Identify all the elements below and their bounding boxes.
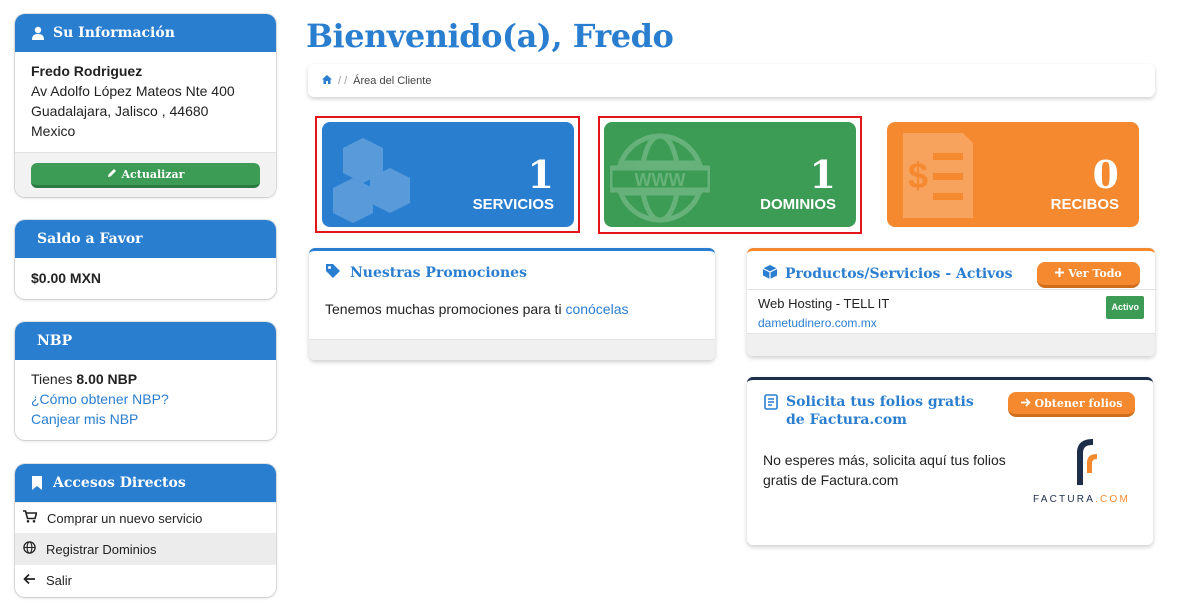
- user-country: Mexico: [31, 123, 76, 139]
- cube-icon: [762, 264, 778, 284]
- user-icon: [31, 26, 45, 40]
- promotions-link[interactable]: conócelas: [565, 301, 628, 317]
- breadcrumb-current: Área del Cliente: [353, 74, 432, 87]
- nbp-prefix: Tienes: [31, 371, 77, 387]
- shortcut-logout[interactable]: Salir: [15, 564, 276, 595]
- invoices-count: 0: [1092, 152, 1119, 197]
- user-info-title: Su Información: [53, 25, 175, 41]
- promotions-title: Nuestras Promociones: [350, 265, 527, 281]
- page-title: Bienvenido(a), Fredo: [306, 17, 674, 55]
- arrow-left-icon: [23, 573, 36, 588]
- factura-logo-mark: [1077, 439, 1097, 485]
- shortcut-buy-service[interactable]: Comprar un nuevo servicio: [15, 502, 276, 533]
- tags-icon: [325, 263, 343, 283]
- svg-text:$: $: [908, 155, 928, 196]
- bookmark-icon: [31, 476, 45, 490]
- user-name: Fredo Rodriguez: [31, 63, 143, 79]
- invoices-label: RECIBOS: [1050, 196, 1119, 213]
- highlight-box-services: [315, 116, 580, 233]
- user-address-line2: Guadalajara, Jalisco , 44680: [31, 103, 209, 119]
- highlight-box-domains: [598, 116, 862, 234]
- products-footer: [747, 333, 1155, 356]
- user-info-header: Su Información: [15, 14, 276, 52]
- shortcuts-title: Accesos Directos: [53, 475, 186, 491]
- breadcrumb-separator: / /: [338, 74, 348, 87]
- invoices-tile[interactable]: $ 0 RECIBOS: [887, 122, 1139, 227]
- update-button-label: Actualizar: [121, 167, 185, 181]
- promotions-text: Tenemos muchas promociones para ti: [325, 301, 566, 317]
- get-folios-button[interactable]: Obtener folios: [1008, 392, 1135, 417]
- promotions-footer: [309, 339, 715, 360]
- view-all-button[interactable]: Ver Todo: [1037, 262, 1140, 288]
- shortcuts-header: Accesos Directos: [15, 464, 276, 502]
- product-domain-link[interactable]: dametudinero.com.mx: [758, 316, 877, 330]
- pencil-icon: [107, 168, 117, 181]
- update-button[interactable]: Actualizar: [31, 163, 260, 188]
- globe-icon: [23, 541, 36, 557]
- products-card: Productos/Servicios - Activos Ver Todo W…: [747, 248, 1155, 356]
- shortcut-label: Salir: [46, 572, 73, 588]
- scroll-icon: [763, 394, 779, 415]
- plus-icon: [1055, 267, 1065, 280]
- view-all-label: Ver Todo: [1068, 267, 1122, 280]
- nbp-how-link[interactable]: ¿Cómo obtener NBP?: [31, 391, 169, 407]
- nbp-amount: 8.00 NBP: [76, 371, 138, 387]
- cart-icon: [23, 510, 38, 526]
- product-item[interactable]: Web Hosting - TELL IT dametudinero.com.m…: [758, 294, 1144, 333]
- balance-amount: $0.00 MXN: [31, 270, 102, 286]
- arrow-right-icon: [1020, 397, 1031, 410]
- balance-title: Saldo a Favor: [37, 231, 143, 247]
- balance-header: Saldo a Favor: [15, 220, 276, 258]
- shortcut-label: Registrar Dominios: [46, 541, 157, 557]
- product-name: Web Hosting - TELL IT: [758, 296, 890, 311]
- breadcrumb: / / Área del Cliente: [308, 64, 1155, 97]
- folios-card: Solicita tus folios gratis de Factura.co…: [747, 377, 1153, 545]
- nbp-panel: NBP Tienes 8.00 NBP ¿Cómo obtener NBP? C…: [15, 322, 276, 440]
- folios-text: No esperes más, solicita aquí tus folios…: [763, 452, 1006, 488]
- promotions-text-line: Tenemos muchas promociones para ti conóc…: [325, 301, 629, 317]
- products-title: Productos/Servicios - Activos: [785, 266, 1013, 282]
- nbp-header: NBP: [15, 322, 276, 360]
- receipt-icon: $: [893, 128, 993, 227]
- nbp-redeem-link[interactable]: Canjear mis NBP: [31, 411, 138, 427]
- user-address-line1: Av Adolfo López Mateos Nte 400: [31, 83, 235, 99]
- get-folios-label: Obtener folios: [1034, 396, 1123, 410]
- home-icon[interactable]: [322, 74, 332, 87]
- promotions-card: Nuestras Promociones Tenemos muchas prom…: [309, 248, 715, 360]
- status-badge: Activo: [1106, 296, 1144, 319]
- folios-title: Solicita tus folios gratis de Factura.co…: [786, 394, 974, 428]
- shortcut-label: Comprar un nuevo servicio: [47, 510, 203, 526]
- shortcut-register-domains[interactable]: Registrar Dominios: [15, 533, 276, 564]
- factura-logo: FACTURA.COM: [1033, 437, 1143, 509]
- balance-panel: Saldo a Favor $0.00 MXN: [15, 220, 276, 299]
- factura-logo-text: FACTURA.COM: [1033, 494, 1130, 505]
- nbp-balance: Tienes 8.00 NBP: [31, 369, 260, 389]
- user-info-panel: Su Información Fredo Rodriguez Av Adolfo…: [15, 14, 276, 197]
- shortcuts-panel: Accesos Directos Comprar un nuevo servic…: [15, 464, 276, 597]
- nbp-title: NBP: [37, 333, 73, 349]
